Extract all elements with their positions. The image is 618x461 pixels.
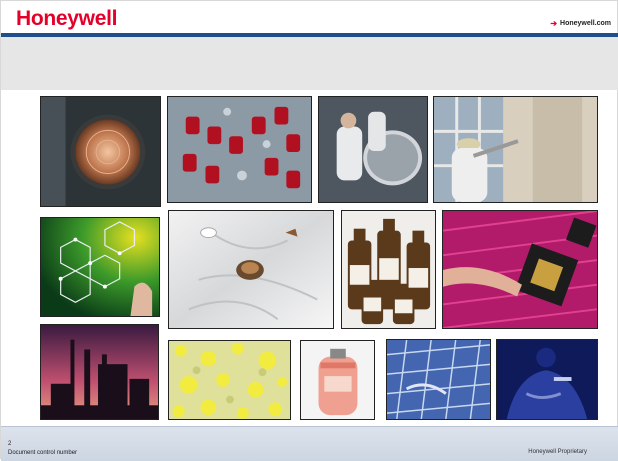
honeywell-logo: Honeywell — [16, 7, 118, 30]
red-glass-vials-photo — [167, 96, 312, 203]
yellow-granules-photo — [168, 340, 291, 420]
footer-bar — [1, 426, 618, 461]
slide: Honeywell ➔ Honeywell.com 2 Document con… — [0, 0, 618, 461]
copper-disc-photo — [40, 96, 161, 207]
title-band — [1, 37, 618, 90]
molecular-structure-photo — [40, 217, 160, 317]
worker-spraying-photo — [433, 96, 598, 203]
refinery-sunset-photo — [40, 324, 159, 420]
lab-technicians-photo — [318, 96, 428, 203]
document-control-number: Document control number — [8, 450, 78, 456]
microchip-finger-photo — [442, 210, 598, 329]
page-number: 2 — [8, 441, 12, 447]
honeywell-com-link[interactable]: ➔ Honeywell.com — [550, 19, 611, 28]
chemical-bottles-photo — [341, 210, 436, 329]
honeywell-com-label: Honeywell.com — [560, 20, 611, 27]
solar-cells-photo — [386, 339, 491, 420]
police-officer-photo — [496, 339, 598, 420]
refrigerant-cylinder-photo — [300, 340, 375, 420]
bullet-impact-fabric-photo — [168, 210, 334, 329]
arrow-right-icon: ➔ — [550, 19, 558, 28]
proprietary-notice: Honeywell Proprietary — [528, 449, 587, 455]
